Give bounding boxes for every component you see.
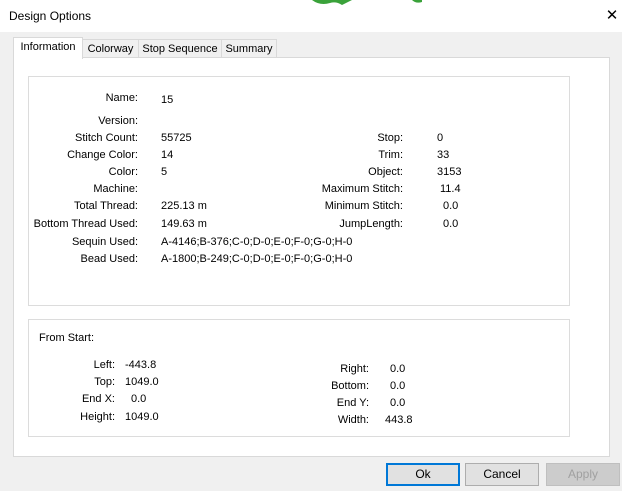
height-label: Height: [80, 411, 115, 423]
change-color-value: 14 [161, 149, 174, 161]
name-label: Name: [105, 92, 138, 104]
top-label: Top: [94, 376, 115, 388]
max-stitch-label: Maximum Stitch: [321, 183, 403, 195]
stitch-count-label: Stitch Count: [75, 132, 138, 144]
tab-summary[interactable]: Summary [221, 39, 277, 58]
right-label: Right: [340, 363, 369, 375]
jump-length-label: JumpLength: [339, 218, 403, 230]
ok-button[interactable]: Ok [386, 463, 460, 486]
total-thread-label: Total Thread: [73, 200, 138, 212]
tab-stop-sequence[interactable]: Stop Sequence [138, 39, 222, 58]
name-value: 15 [161, 94, 174, 106]
trim-label: Trim: [378, 149, 403, 161]
end-x-label: End X: [81, 393, 115, 405]
cancel-button[interactable]: Cancel [465, 463, 539, 486]
end-x-value: 0.0 [131, 393, 147, 405]
trim-value: 33 [437, 149, 450, 161]
min-stitch-value: 0.0 [443, 200, 459, 212]
bottom-thread-label: Bottom Thread Used: [33, 218, 138, 230]
stop-value: 0 [437, 132, 444, 144]
from-start-heading: From Start: [39, 332, 95, 344]
bead-used-value: A-1800;B-249;C-0;D-0;E-0;F-0;G-0;H-0 [161, 253, 353, 265]
top-value: 1049.0 [125, 376, 159, 388]
sequin-used-value: A-4146;B-376;C-0;D-0;E-0;F-0;G-0;H-0 [161, 236, 353, 248]
stitch-count-value: 55725 [161, 132, 192, 144]
window-title: Design Options [9, 9, 92, 23]
right-value: 0.0 [390, 363, 406, 375]
tab-colorway[interactable]: Colorway [82, 39, 139, 58]
version-label: Version: [98, 115, 138, 127]
apply-button[interactable]: Apply [546, 463, 620, 486]
information-pane: Name: 15 Version: Stitch Count: 55725 Ch… [13, 57, 610, 457]
object-label: Object: [368, 166, 403, 178]
max-stitch-value: 11.4 [440, 183, 461, 195]
left-label: Left: [93, 359, 115, 371]
end-y-value: 0.0 [390, 397, 406, 409]
close-icon[interactable]: ✕ [604, 7, 620, 25]
color-value: 5 [161, 166, 168, 178]
bottom-thread-value: 149.63 m [161, 218, 207, 230]
title-bar: Design Options ✕ [0, 0, 622, 32]
left-value: -443.8 [125, 359, 157, 371]
end-y-label: End Y: [336, 397, 369, 409]
machine-label: Machine: [93, 183, 138, 195]
width-label: Width: [337, 414, 369, 426]
width-value: 443.8 [385, 414, 413, 426]
change-color-label: Change Color: [67, 149, 138, 161]
stop-label: Stop: [377, 132, 403, 144]
bottom-value: 0.0 [390, 380, 406, 392]
color-label: Color: [108, 166, 138, 178]
sequin-used-label: Sequin Used: [71, 236, 138, 248]
bottom-label: Bottom: [331, 380, 369, 392]
from-start-group: From Start: Left: -443.8 Top: 1049.0 End… [28, 319, 570, 437]
bead-used-label: Bead Used: [80, 253, 138, 265]
tab-information[interactable]: Information [13, 37, 83, 59]
background-graphic [312, 0, 422, 5]
min-stitch-label: Minimum Stitch: [324, 200, 403, 212]
total-thread-value: 225.13 m [161, 200, 207, 212]
height-value: 1049.0 [125, 411, 159, 423]
jump-length-value: 0.0 [443, 218, 459, 230]
object-value: 3153 [437, 166, 462, 178]
design-info-group: Name: 15 Version: Stitch Count: 55725 Ch… [28, 76, 570, 306]
